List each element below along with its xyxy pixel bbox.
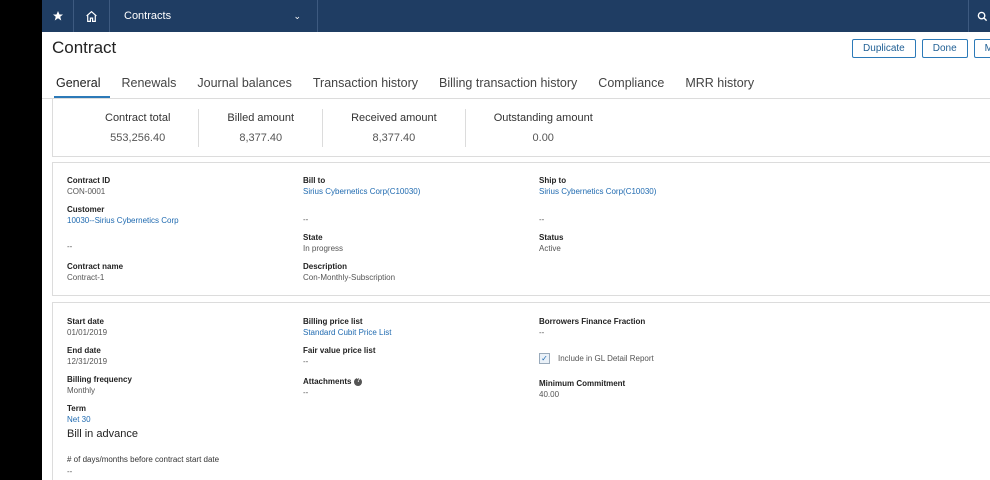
contract-name-label: Contract name <box>67 262 124 271</box>
bill-to-link[interactable]: Sirius Cybernetics Corp(C10030) <box>303 186 523 198</box>
tab-transaction-history[interactable]: Transaction history <box>311 76 428 98</box>
search-icon <box>977 11 988 21</box>
received-amount-value: 8,377.40 <box>372 131 416 144</box>
status-value: Active <box>539 244 561 253</box>
help-icon[interactable]: ? <box>354 377 363 386</box>
tab-compliance[interactable]: Compliance <box>596 76 674 98</box>
contract-total-label: Contract total <box>105 111 171 124</box>
min-commitment-label: Minimum Commitment <box>539 379 626 388</box>
home-icon <box>86 10 97 22</box>
fair-value-value: -- <box>303 357 309 366</box>
billing-price-list-label: Billing price list <box>303 317 363 326</box>
details-col-2: Bill to Sirius Cybernetics Corp(C10030) … <box>303 175 523 290</box>
state-label: State <box>303 233 323 242</box>
contract-details-panel: Contract ID CON-0001 Customer 10030--Sir… <box>52 162 990 296</box>
attachments-label: Attachments? <box>303 376 523 387</box>
min-commitment-value: 40.00 <box>539 390 560 399</box>
module-menu[interactable]: Contracts ⌄ <box>110 0 318 32</box>
outstanding-amount-label: Outstanding amount <box>493 111 593 124</box>
ship-to-sub-value: -- <box>539 215 545 224</box>
app-window: Contracts ⌄ Contract Duplicate Done M Ge… <box>42 0 990 480</box>
billed-amount-value: 8,377.40 <box>239 131 283 144</box>
tab-renewals[interactable]: Renewals <box>119 76 186 98</box>
contract-terms-panel: Start date 01/01/2019 End date 12/31/201… <box>52 302 990 480</box>
more-button[interactable]: M <box>973 38 990 58</box>
outstanding-amount-value: 0.00 <box>532 131 554 144</box>
chevron-down-icon: ⌄ <box>293 10 301 21</box>
days-before-value: -- <box>67 467 73 476</box>
end-date-value: 12/31/2019 <box>67 357 108 366</box>
home-button[interactable] <box>74 0 110 32</box>
days-before-label: # of days/months before contract start d… <box>67 455 220 464</box>
billing-price-list-link[interactable]: Standard Cubit Price List <box>303 327 523 339</box>
terms-col-1: Start date 01/01/2019 End date 12/31/201… <box>67 316 297 480</box>
tab-journal-balances[interactable]: Journal balances <box>195 76 302 98</box>
borrowers-label: Borrowers Finance Fraction <box>539 317 646 326</box>
contract-total: Contract total 553,256.40 <box>83 109 198 147</box>
bill-to-sub-value: -- <box>303 215 309 224</box>
tab-mrr-history[interactable]: MRR history <box>683 76 764 98</box>
description-value: Con-Monthly-Subscription <box>303 273 396 282</box>
term-link[interactable]: Net 30 <box>67 414 297 426</box>
done-button[interactable]: Done <box>921 38 968 58</box>
terms-col-2: Billing price list Standard Cubit Price … <box>303 316 523 405</box>
terms-col-3: Borrowers Finance Fraction -- ✓ Include … <box>539 316 779 407</box>
page-header: Contract Duplicate Done M <box>42 32 990 64</box>
end-date-label: End date <box>67 346 101 355</box>
received-amount: Received amount 8,377.40 <box>322 108 465 147</box>
attachments-label-text: Attachments <box>303 377 352 386</box>
status-label: Status <box>539 233 564 242</box>
received-amount-label: Received amount <box>351 111 437 124</box>
contract-name-value: Contract-1 <box>67 273 105 282</box>
ship-to-label: Ship to <box>539 176 567 185</box>
module-menu-label: Contracts <box>124 10 172 22</box>
contract-id-label: Contract ID <box>67 176 111 185</box>
page-title: Contract <box>52 38 117 57</box>
customer-label: Customer <box>67 205 105 214</box>
billing-frequency-label: Billing frequency <box>67 375 132 384</box>
duplicate-button[interactable]: Duplicate <box>852 38 916 58</box>
start-date-label: Start date <box>67 317 104 326</box>
outstanding-amount: Outstanding amount 0.00 <box>464 108 621 147</box>
billed-amount-label: Billed amount <box>227 111 295 124</box>
include-gl-row: ✓ Include in GL Detail Report <box>539 353 779 364</box>
tab-general[interactable]: General <box>54 76 111 98</box>
contract-id-value: CON-0001 <box>67 187 106 196</box>
totals-summary: Contract total 553,256.40 Billed amount … <box>52 99 990 157</box>
customer-link[interactable]: 10030--Sirius Cybernetics Corp <box>67 215 287 227</box>
details-col-3: Ship to Sirius Cybernetics Corp(C10030) … <box>539 175 759 261</box>
tab-bar: General Renewals Journal balances Transa… <box>42 66 990 99</box>
include-gl-label: Include in GL Detail Report <box>558 354 654 363</box>
start-date-value: 01/01/2019 <box>67 328 108 337</box>
bill-to-label: Bill to <box>303 176 326 185</box>
customer-sub-value: -- <box>67 242 73 251</box>
fair-value-label: Fair value price list <box>303 346 376 355</box>
term-label: Term <box>67 404 86 413</box>
details-col-1: Contract ID CON-0001 Customer 10030--Sir… <box>67 175 287 290</box>
billed-amount: Billed amount 8,377.40 <box>198 108 322 147</box>
bill-in-advance-label: Bill in advance <box>67 428 138 440</box>
header-actions: Duplicate Done M <box>852 38 990 58</box>
tab-billing-transaction-history[interactable]: Billing transaction history <box>437 76 587 98</box>
favorites-button[interactable] <box>42 0 74 32</box>
top-nav-bar: Contracts ⌄ <box>42 0 990 32</box>
checkmark-icon: ✓ <box>541 354 548 363</box>
description-label: Description <box>303 262 348 271</box>
search-button[interactable] <box>968 0 990 32</box>
star-icon <box>52 11 63 21</box>
contract-total-value: 553,256.40 <box>110 131 166 144</box>
billing-frequency-value: Monthly <box>67 386 96 395</box>
borrowers-value: -- <box>539 328 545 337</box>
ship-to-link[interactable]: Sirius Cybernetics Corp(C10030) <box>539 186 759 198</box>
include-gl-checkbox[interactable]: ✓ <box>539 353 550 364</box>
state-value: In progress <box>303 244 344 253</box>
attachments-value: -- <box>303 388 309 397</box>
